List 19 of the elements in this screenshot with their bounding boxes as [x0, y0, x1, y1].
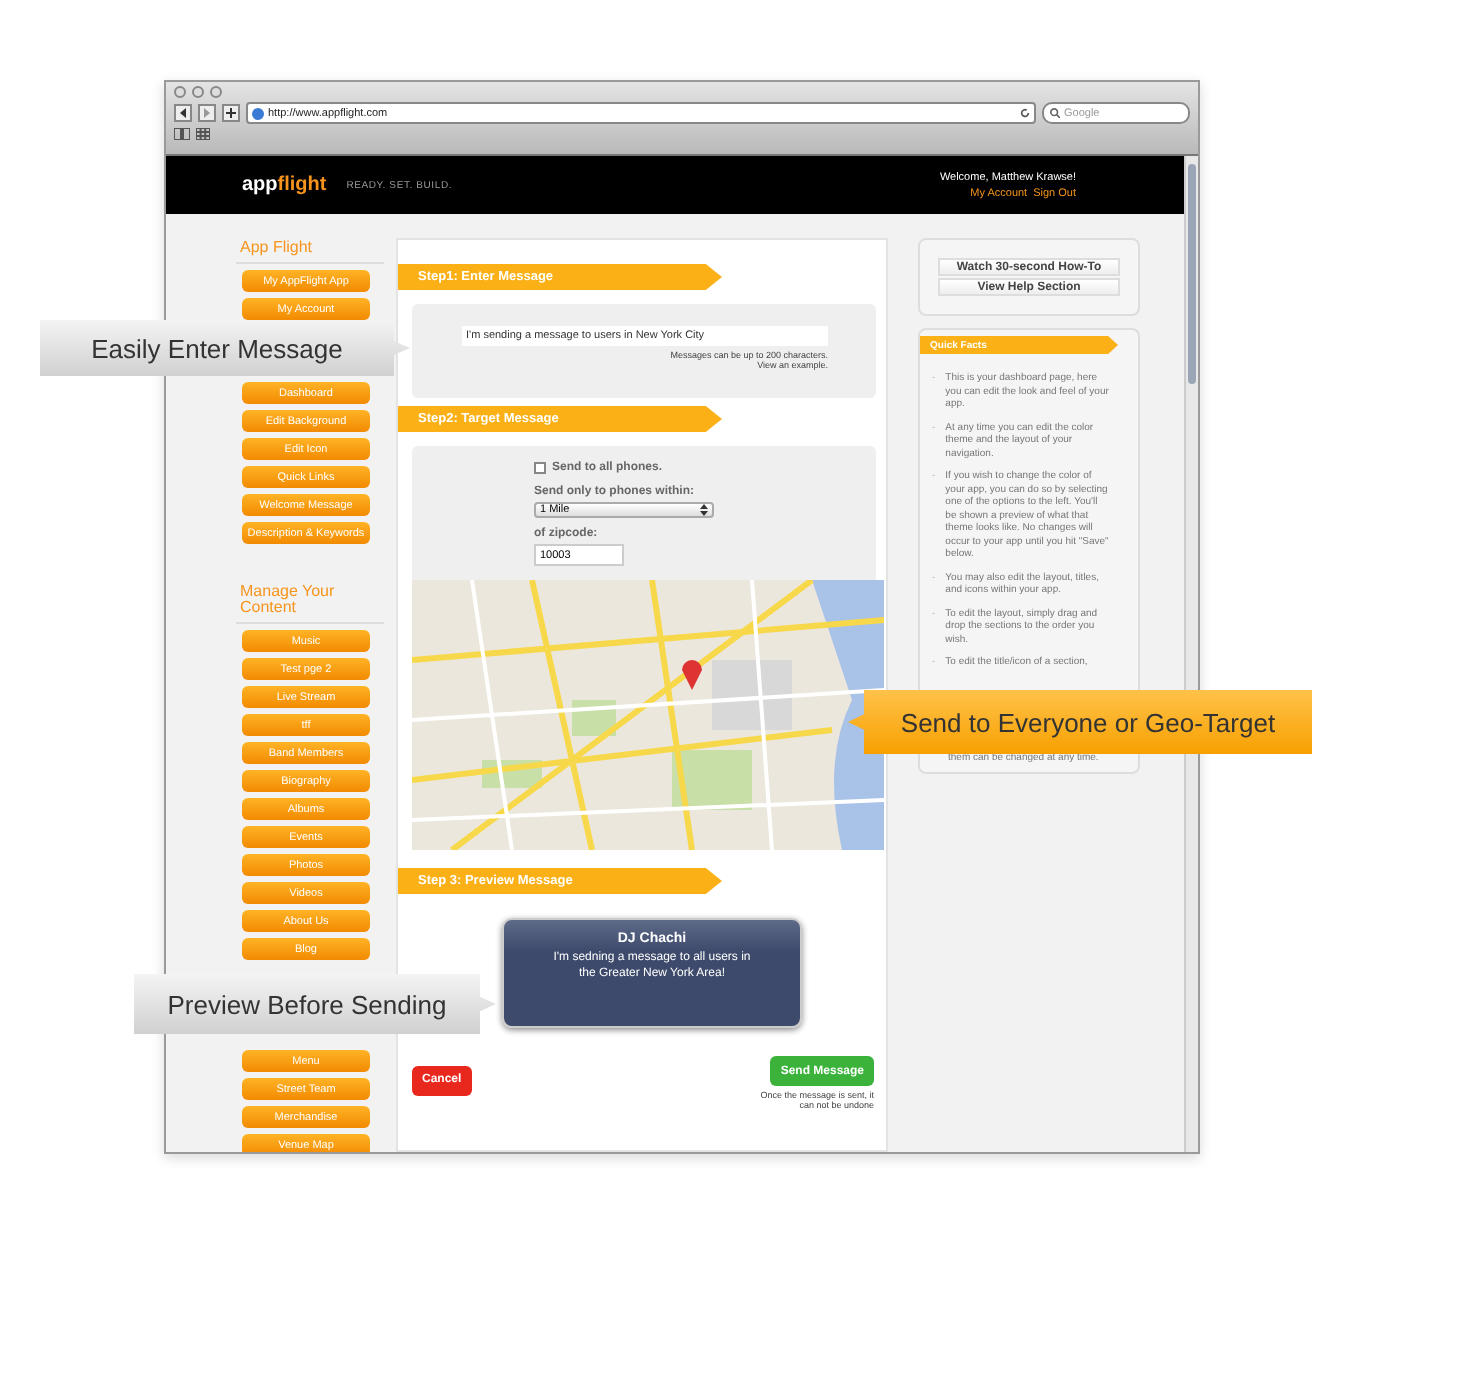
callout: Preview Before Sending: [134, 974, 496, 1034]
minimize-icon[interactable]: [192, 86, 204, 98]
back-icon[interactable]: [174, 104, 192, 122]
forward-icon[interactable]: [198, 104, 216, 122]
grid-icon[interactable]: [196, 128, 210, 140]
sidebar-heading: Manage Your Content: [236, 582, 384, 624]
globe-icon: [252, 107, 264, 119]
search-icon: [1050, 108, 1060, 118]
reload-icon[interactable]: [1020, 108, 1030, 118]
callout: Send to Everyone or Geo-Target: [848, 690, 1312, 754]
zoom-icon[interactable]: [210, 86, 222, 98]
callout: Easily Enter Message: [40, 320, 410, 376]
sidebar-heading: App Flight: [236, 238, 384, 264]
logo: appflight: [242, 174, 327, 196]
checkbox[interactable]: [534, 462, 546, 474]
book-icon[interactable]: [174, 128, 190, 140]
close-icon[interactable]: [174, 86, 186, 98]
stepper-icon: [700, 504, 708, 516]
plus-icon[interactable]: [222, 104, 240, 122]
